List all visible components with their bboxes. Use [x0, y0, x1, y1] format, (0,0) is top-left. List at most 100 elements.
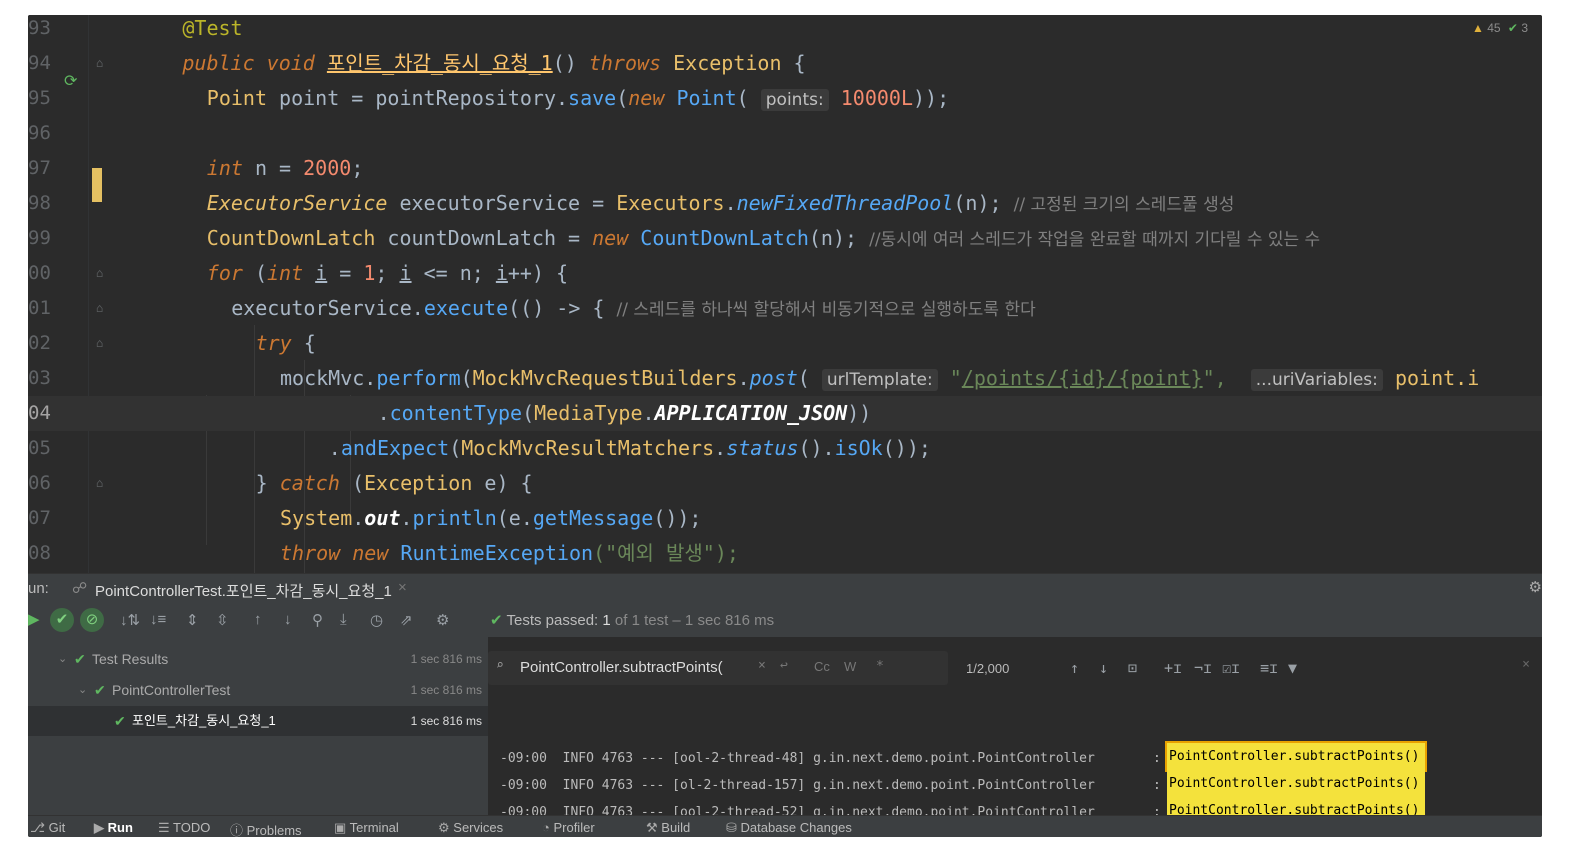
close-tab-icon[interactable]: ×: [398, 579, 407, 596]
show-passed-icon[interactable]: ✔: [50, 608, 74, 632]
tool-tab-icon: ☰: [158, 820, 174, 835]
sort-alpha-icon[interactable]: ↓⇅: [120, 611, 140, 629]
fold-icon[interactable]: ⌂: [96, 301, 103, 315]
code-line[interactable]: 01 executorService.execute(() -> { // 스레드…: [28, 291, 1542, 326]
code-token: out: [364, 506, 401, 530]
code-token: ());: [882, 436, 931, 460]
code-token: (: [449, 436, 462, 460]
code-line[interactable]: 04 .contentType(MediaType.APPLICATION_JSO…: [28, 396, 1542, 431]
chevron-down-icon[interactable]: ⌄: [58, 644, 67, 674]
code-token: getMessage: [532, 506, 654, 530]
filter-lines-icon[interactable]: ≡ɪ: [1260, 659, 1278, 677]
gear-icon[interactable]: ⚙: [1529, 578, 1542, 596]
line-number: 99: [28, 227, 51, 249]
fold-icon[interactable]: ⌂: [96, 56, 103, 70]
run-tab-title[interactable]: PointControllerTest.포인트_차감_동시_요청_1: [95, 580, 392, 601]
tool-tab-terminal[interactable]: ▣ Terminal: [334, 820, 399, 836]
prev-failed-icon[interactable]: ↑: [254, 611, 262, 628]
code-token: mockMvc.: [280, 366, 377, 390]
code-token: ++) {: [507, 261, 569, 285]
add-occurrence-icon[interactable]: +ɪ: [1164, 659, 1182, 677]
test-duration: 1 sec 816 ms: [410, 714, 482, 728]
search-box[interactable]: ⌕ PointController.subtractPoints( × ↩ Cc…: [488, 651, 948, 685]
select-all-occurrences-icon[interactable]: ☑ɪ: [1222, 659, 1240, 677]
fold-icon[interactable]: ⌂: [96, 336, 103, 350]
code-line[interactable]: 06} catch (Exception e) {: [28, 466, 1542, 501]
code-editor[interactable]: ▲ 45 ✔ 3 93 @Test 94 public void 포인트_차감_동시_…: [28, 15, 1542, 573]
tool-tab-todo[interactable]: ☰ TODO: [158, 820, 210, 836]
show-ignored-icon[interactable]: ⊘: [80, 608, 104, 632]
run-test-gutter-icon[interactable]: ⟳: [64, 71, 77, 90]
remove-occurrence-icon[interactable]: ¬ɪ: [1194, 659, 1212, 677]
run-label: un:: [28, 580, 49, 597]
next-failed-icon[interactable]: ↓: [284, 611, 292, 628]
code-token: isOk: [834, 436, 883, 460]
chevron-down-icon[interactable]: ⌄: [78, 675, 87, 705]
import-tests-icon[interactable]: ⚲: [312, 611, 323, 629]
code-text: CountDownLatch countDownLatch = new Coun…: [207, 221, 1320, 258]
tool-tab-problems[interactable]: ⓘ Problems: [230, 820, 302, 837]
tool-tab-label: Services: [453, 820, 504, 835]
code-line[interactable]: 98 ExecutorService executorService = Exec…: [28, 186, 1542, 221]
prev-match-icon[interactable]: ↑: [1070, 659, 1079, 677]
search-input[interactable]: PointController.subtractPoints(: [520, 659, 723, 676]
tool-tab-label: Problems: [246, 823, 302, 837]
line-number: 04: [28, 402, 51, 424]
code-line[interactable]: 95 Point point = pointRepository.save(new…: [28, 81, 1542, 116]
fold-icon[interactable]: ⌂: [96, 476, 103, 490]
tool-tab-database-changes[interactable]: ⛁ Database Changes: [726, 820, 852, 836]
collapse-all-icon[interactable]: ⇳: [216, 611, 229, 629]
code-line[interactable]: 08 throw new RuntimeException("예외 발생");: [28, 536, 1542, 571]
tool-tab-git[interactable]: ⎇ Git: [30, 820, 65, 836]
code-token: (e.: [496, 506, 533, 530]
code-token: /points/{id}/{point}: [961, 366, 1203, 390]
regex-toggle[interactable]: *: [876, 659, 884, 674]
settings-icon[interactable]: ⚙: [436, 611, 449, 629]
rerun-icon[interactable]: ▶: [28, 610, 40, 628]
code-line[interactable]: 97 int n = 2000;: [28, 151, 1542, 186]
tool-tab-build[interactable]: ⚒ Build: [646, 820, 690, 836]
code-line[interactable]: 99 CountDownLatch countDownLatch = new Co…: [28, 221, 1542, 256]
test-name: Test Results: [92, 651, 169, 667]
code-token: post: [749, 366, 798, 390]
code-line[interactable]: 05 .andExpect(MockMvcResultMatchers.statu…: [28, 431, 1542, 466]
code-token: new: [592, 226, 641, 250]
search-match-highlight[interactable]: PointController.subtractPoints(): [1167, 770, 1425, 797]
clear-search-icon[interactable]: ×: [758, 658, 766, 673]
search-match-highlight[interactable]: PointController.subtractPoints(): [1165, 741, 1427, 772]
new-line-icon[interactable]: ↩: [780, 658, 788, 673]
code-line[interactable]: 93 @Test: [28, 15, 1542, 46]
match-case-toggle[interactable]: Cc: [814, 659, 830, 674]
test-tree-item[interactable]: ⌄ ✔ Test Results 1 sec 816 ms: [28, 644, 488, 674]
select-all-icon[interactable]: ⊡: [1128, 659, 1137, 677]
tool-tab-services[interactable]: ⚙ Services: [438, 820, 503, 836]
code-line[interactable]: 00 for (int i = 1; i <= n; i++) {: [28, 256, 1542, 291]
next-match-icon[interactable]: ↓: [1099, 659, 1108, 677]
tool-tab-icon: ⚒: [646, 820, 662, 835]
expand-all-icon[interactable]: ⇕: [186, 611, 199, 629]
code-line[interactable]: 96: [28, 116, 1542, 151]
code-token: MockMvcResultMatchers: [461, 436, 715, 460]
code-text: throw new RuntimeException("예외 발생");: [280, 536, 739, 571]
test-tree-item[interactable]: ⌄ ✔ PointControllerTest 1 sec 816 ms: [28, 675, 488, 705]
tool-tab-profiler[interactable]: ◔ Profiler: [542, 820, 595, 835]
code-line[interactable]: 02 try {: [28, 326, 1542, 361]
filter-icon[interactable]: ▼: [1288, 659, 1297, 677]
open-external-icon[interactable]: ⇗: [400, 611, 413, 629]
export-icon[interactable]: ⤓: [340, 611, 347, 628]
match-count: 1/2,000: [966, 661, 1010, 676]
tool-tab-run[interactable]: ▶ Run: [94, 820, 133, 836]
code-token: ExecutorService: [206, 191, 388, 215]
whole-word-toggle[interactable]: W: [844, 659, 856, 674]
fold-icon[interactable]: ⌂: [96, 266, 103, 280]
close-search-icon[interactable]: ×: [1522, 657, 1530, 672]
history-icon[interactable]: ◷: [370, 611, 383, 629]
code-line[interactable]: 03 mockMvc.perform(MockMvcRequestBuilders…: [28, 361, 1542, 396]
tool-tab-label: Run: [107, 820, 133, 835]
code-line[interactable]: 94 public void 포인트_차감_동시_요청_1() throws Ex…: [28, 46, 1542, 81]
test-runner-icon: ☍: [72, 580, 88, 597]
sort-duration-icon[interactable]: ↓≡: [150, 611, 166, 628]
code-line[interactable]: 07 System.out.println(e.getMessage());: [28, 501, 1542, 536]
code-token: point = pointRepository.: [267, 86, 569, 110]
test-tree-item[interactable]: ✔ 포인트_차감_동시_요청_1 1 sec 816 ms: [28, 706, 488, 736]
